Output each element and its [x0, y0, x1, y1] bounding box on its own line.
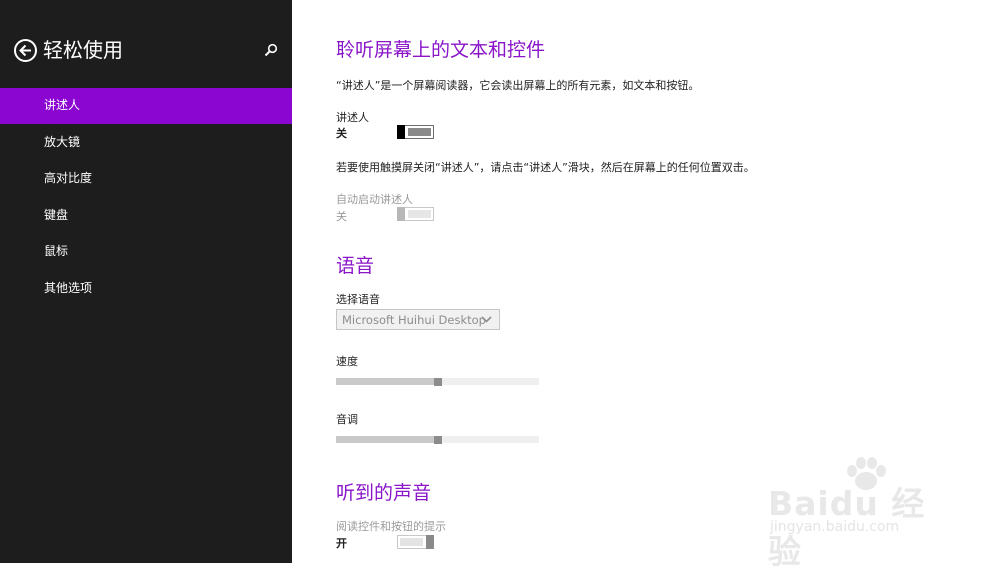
toggle-thumb	[397, 207, 405, 221]
back-arrow-icon	[19, 44, 31, 57]
toggle-thumb	[426, 535, 434, 549]
pitch-label: 音调	[336, 413, 358, 426]
sidebar-item-narrator[interactable]: 讲述人	[0, 88, 292, 124]
sidebar: 轻松使用 讲述人 放大镜 高对比度 键盘 鼠标 其他选项	[0, 0, 292, 563]
slider-thumb[interactable]	[434, 435, 442, 444]
toggle-track	[400, 538, 423, 546]
watermark-url: jingyan.baidu.com	[770, 519, 900, 535]
sidebar-item-magnifier[interactable]: 放大镜	[0, 125, 292, 161]
narrator-label: 讲述人	[336, 111, 369, 124]
narrator-description: “讲述人”是一个屏幕阅读器，它会读出屏幕上的所有元素，如文本和按钮。	[336, 79, 700, 92]
sidebar-item-keyboard[interactable]: 键盘	[0, 198, 292, 234]
section-heading-voice: 语音	[336, 255, 375, 277]
section-heading-narrator: 聆听屏幕上的文本和控件	[336, 39, 546, 61]
slider-fill	[336, 378, 438, 385]
slider-fill	[336, 436, 438, 443]
search-icon[interactable]	[264, 43, 278, 57]
sidebar-item-mouse[interactable]: 鼠标	[0, 234, 292, 270]
baidu-watermark: Baidu 经验 jingyan.baidu.com	[768, 455, 958, 571]
sidebar-item-other-options[interactable]: 其他选项	[0, 271, 292, 307]
sidebar-header: 轻松使用	[14, 36, 284, 66]
voice-select-value: Microsoft Huihui Desktop	[342, 313, 486, 327]
speed-slider[interactable]	[336, 377, 539, 386]
narrator-state: 关	[336, 127, 347, 140]
pitch-slider[interactable]	[336, 435, 539, 444]
autostart-label: 自动启动讲述人	[336, 193, 413, 206]
autostart-state: 关	[336, 210, 347, 223]
touch-hint-text: 若要使用触摸屏关闭“讲述人”，请点击“讲述人”滑块，然后在屏幕上的任何位置双击。	[336, 161, 755, 174]
toggle-track	[408, 128, 431, 136]
sidebar-title: 轻松使用	[43, 38, 123, 62]
section-heading-sounds: 听到的声音	[336, 482, 432, 504]
toggle-track	[408, 210, 431, 218]
sidebar-item-high-contrast[interactable]: 高对比度	[0, 161, 292, 197]
slider-thumb[interactable]	[434, 377, 442, 386]
voice-select[interactable]: Microsoft Huihui Desktop	[336, 309, 500, 330]
back-button[interactable]	[14, 39, 37, 62]
autostart-toggle[interactable]	[397, 207, 434, 221]
voice-select-label: 选择语音	[336, 293, 380, 306]
hints-toggle[interactable]	[397, 535, 434, 549]
hints-state: 开	[336, 537, 347, 550]
narrator-toggle[interactable]	[397, 125, 434, 139]
hints-label: 阅读控件和按钮的提示	[336, 520, 446, 533]
chevron-down-icon	[481, 316, 492, 323]
toggle-thumb	[397, 125, 405, 139]
sidebar-nav: 讲述人 放大镜 高对比度 键盘 鼠标 其他选项	[0, 88, 292, 307]
speed-label: 速度	[336, 355, 358, 368]
